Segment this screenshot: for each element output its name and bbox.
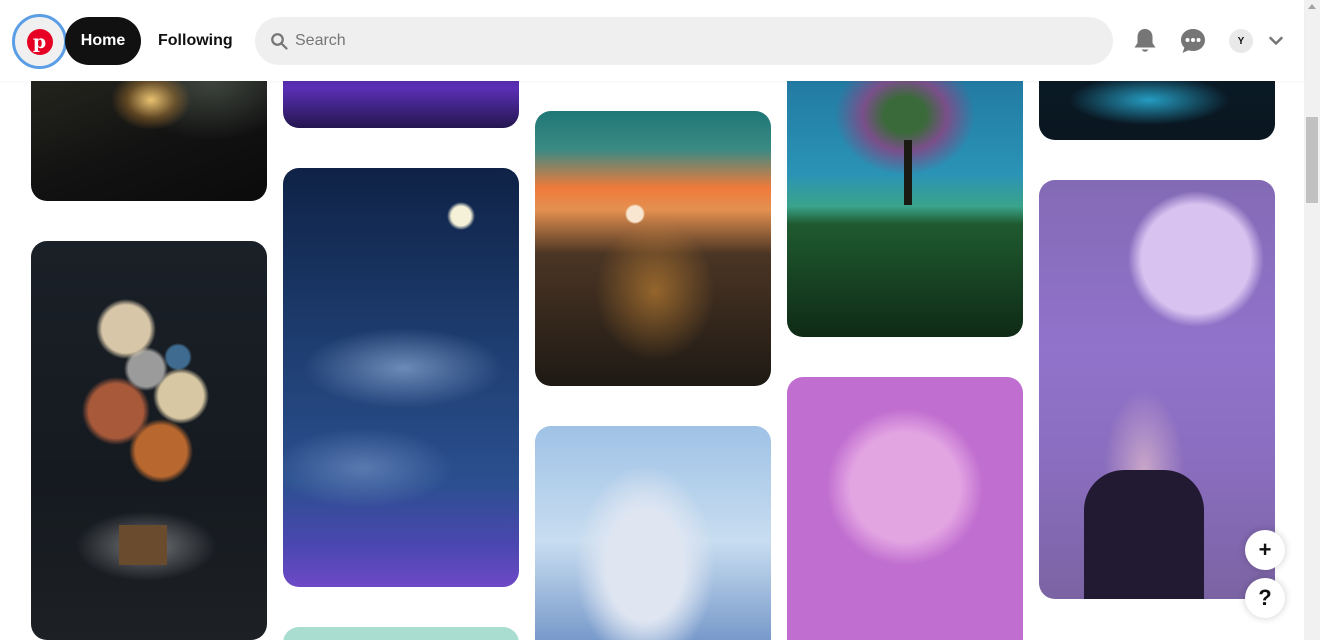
search-bar[interactable] [255, 17, 1113, 65]
pin-card[interactable] [1039, 180, 1275, 599]
pin-card[interactable] [535, 111, 771, 386]
search-icon [255, 32, 295, 50]
add-button[interactable]: + [1245, 530, 1285, 570]
avatar[interactable]: Y [1229, 29, 1253, 53]
hand-silhouette [1084, 470, 1204, 599]
following-button[interactable]: Following [150, 17, 241, 65]
page-scrollbar[interactable] [1304, 0, 1320, 640]
pin-card[interactable] [283, 627, 519, 640]
messages-button[interactable] [1177, 25, 1209, 57]
pin-card[interactable] [787, 40, 1023, 337]
logo-letter: p [32, 30, 47, 53]
message-icon [1181, 29, 1205, 53]
notifications-button[interactable] [1129, 25, 1161, 57]
scroll-up-arrow-icon[interactable] [1308, 4, 1316, 9]
house-shape [119, 525, 167, 565]
pinterest-logo-button[interactable]: p [12, 14, 67, 69]
scrollbar-thumb[interactable] [1306, 117, 1318, 203]
help-button[interactable]: ? [1245, 578, 1285, 618]
pinterest-logo-icon: p [26, 28, 53, 55]
top-navigation-bar: p Home Following Y [0, 0, 1304, 81]
chevron-down-icon [1269, 36, 1283, 45]
search-input[interactable] [295, 32, 1075, 50]
home-button[interactable]: Home [65, 17, 141, 65]
plus-icon: + [1258, 537, 1272, 562]
tree-trunk [904, 140, 912, 205]
pin-card[interactable] [283, 168, 519, 587]
pin-card[interactable] [31, 241, 267, 640]
pin-card[interactable] [787, 377, 1023, 640]
help-icon: ? [1258, 585, 1272, 610]
pin-card[interactable] [535, 426, 771, 640]
account-menu-button[interactable] [1266, 31, 1286, 51]
bell-icon [1134, 29, 1156, 52]
